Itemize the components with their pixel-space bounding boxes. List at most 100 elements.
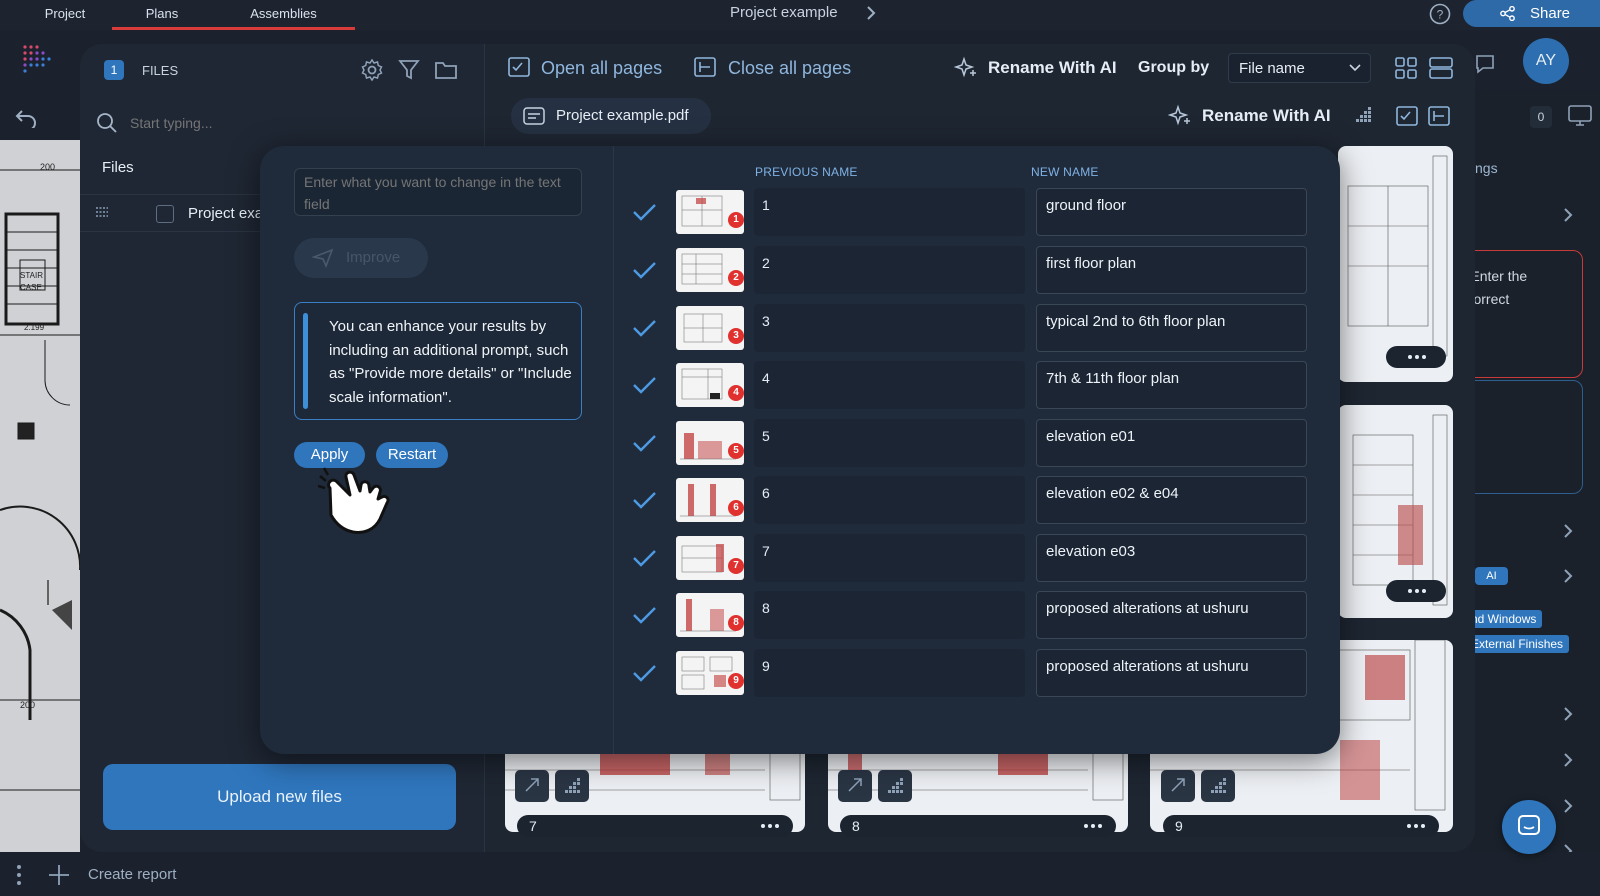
- previous-name-field: 4: [754, 361, 1025, 409]
- files-header-label: FILES: [142, 63, 179, 78]
- new-name-field[interactable]: proposed alterations at ushuru: [1036, 591, 1307, 639]
- new-name-field[interactable]: first floor plan: [1036, 246, 1307, 294]
- help-icon[interactable]: ?: [1429, 3, 1451, 25]
- user-avatar[interactable]: AY: [1523, 38, 1569, 84]
- monitor-icon[interactable]: [1568, 105, 1592, 127]
- rename-with-ai-secondary-button[interactable]: Rename With AI: [1202, 106, 1331, 126]
- tag-external-finishes[interactable]: External Finishes: [1465, 635, 1570, 653]
- ai-prompt-input[interactable]: [294, 168, 582, 216]
- group-by-label: Group by: [1138, 59, 1210, 76]
- svg-text:2.199: 2.199: [24, 323, 45, 332]
- drag-handle-icon[interactable]: [96, 207, 108, 217]
- apply-button[interactable]: Apply: [294, 442, 365, 468]
- rename-row: 1 1 ground floor: [630, 188, 1310, 238]
- chevron-right-icon[interactable]: [1563, 207, 1573, 223]
- more-options-icon[interactable]: [1386, 346, 1446, 368]
- check-icon[interactable]: [630, 601, 658, 629]
- new-name-field[interactable]: ground floor: [1036, 188, 1307, 236]
- hint-accent-bar: [303, 313, 308, 409]
- sparkle-icon: [1168, 104, 1192, 128]
- check-icon[interactable]: [630, 371, 658, 399]
- app-logo: [22, 44, 56, 76]
- more-options-icon[interactable]: [1078, 817, 1108, 835]
- tag-windows[interactable]: nd Windows: [1465, 610, 1543, 628]
- rename-row: 7 7 elevation e03: [630, 534, 1310, 584]
- more-options-icon[interactable]: [1401, 817, 1431, 835]
- drawing-canvas[interactable]: 200 STAIR CASE 2.199 200: [0, 140, 80, 852]
- check-icon[interactable]: [630, 256, 658, 284]
- expand-icon[interactable]: [1161, 770, 1195, 802]
- chevron-right-icon[interactable]: [1563, 523, 1573, 539]
- share-button[interactable]: Share: [1463, 0, 1600, 27]
- check-icon[interactable]: [630, 314, 658, 342]
- file-list-item[interactable]: Project exa: [80, 194, 263, 232]
- page-badge: 6: [728, 500, 744, 516]
- files-count-badge: 1: [104, 60, 124, 80]
- support-chat-button[interactable]: [1502, 800, 1556, 854]
- more-options-icon[interactable]: [1386, 580, 1446, 602]
- new-name-field[interactable]: elevation e01: [1036, 419, 1307, 467]
- improve-button[interactable]: Improve: [294, 238, 428, 278]
- page-badge: 5: [728, 443, 744, 459]
- bottom-bar: Create report: [0, 852, 1600, 896]
- page-badge: 1: [728, 212, 744, 228]
- check-icon[interactable]: [630, 659, 658, 687]
- new-name-field[interactable]: 7th & 11th floor plan: [1036, 361, 1307, 409]
- gear-icon[interactable]: [360, 58, 384, 82]
- chat-icon[interactable]: [1474, 53, 1496, 75]
- tab-plans-label: Plans: [145, 6, 179, 21]
- ai-badge[interactable]: AI: [1475, 567, 1508, 585]
- project-title[interactable]: Project example: [730, 4, 838, 21]
- check-icon[interactable]: [630, 198, 658, 226]
- chevron-down-icon: [1349, 64, 1361, 72]
- new-name-field[interactable]: elevation e02 & e04: [1036, 476, 1307, 524]
- pattern-icon[interactable]: [1352, 105, 1374, 127]
- restart-button[interactable]: Restart: [376, 442, 448, 468]
- file-checkbox[interactable]: [156, 205, 174, 223]
- pattern-icon[interactable]: [555, 770, 589, 802]
- chevron-right-icon[interactable]: [1563, 568, 1573, 584]
- rename-rows: 1 1 ground floor 2 2 first floor plan 3 …: [630, 188, 1310, 718]
- new-name-field[interactable]: elevation e03: [1036, 534, 1307, 582]
- collapse-pages-icon[interactable]: [1428, 106, 1450, 126]
- previous-name-field: 7: [754, 534, 1025, 582]
- expand-icon[interactable]: [515, 770, 549, 802]
- svg-text:CASE: CASE: [20, 283, 42, 292]
- top-bar: Project Plans Assemblies Project example…: [0, 0, 1600, 30]
- share-icon: [1500, 6, 1515, 21]
- tab-assemblies[interactable]: Assemblies: [212, 0, 355, 30]
- chevron-right-icon[interactable]: [1563, 798, 1573, 814]
- filter-icon[interactable]: [398, 58, 420, 82]
- plus-icon[interactable]: [48, 864, 70, 886]
- chevron-right-icon[interactable]: [866, 5, 876, 21]
- close-all-pages-button[interactable]: Close all pages: [728, 58, 851, 79]
- chevron-right-icon[interactable]: [1563, 706, 1573, 722]
- file-tab[interactable]: Project example.pdf: [511, 98, 711, 134]
- upload-files-button[interactable]: Upload new files: [103, 764, 456, 830]
- expand-icon[interactable]: [838, 770, 872, 802]
- prompt-hint: You can enhance your results by includin…: [294, 302, 582, 420]
- undo-icon[interactable]: [14, 108, 38, 128]
- check-icon[interactable]: [630, 429, 658, 457]
- group-by-select[interactable]: File name: [1228, 53, 1371, 83]
- pattern-icon[interactable]: [878, 770, 912, 802]
- more-vertical-icon[interactable]: [16, 864, 22, 886]
- chevron-right-icon[interactable]: [1563, 752, 1573, 768]
- file-search-input[interactable]: [130, 110, 260, 136]
- check-icon[interactable]: [630, 544, 658, 572]
- folder-icon[interactable]: [434, 59, 458, 81]
- create-report-link[interactable]: Create report: [88, 866, 176, 883]
- check-icon[interactable]: [630, 486, 658, 514]
- tab-plans[interactable]: Plans: [112, 0, 212, 30]
- check-pages-icon[interactable]: [1396, 106, 1418, 126]
- rename-with-ai-button[interactable]: Rename With AI: [988, 58, 1117, 78]
- grid-view-icon[interactable]: [1395, 57, 1417, 79]
- new-name-field[interactable]: proposed alterations at ushuru: [1036, 649, 1307, 697]
- pattern-icon[interactable]: [1201, 770, 1235, 802]
- page-badge: 4: [728, 385, 744, 401]
- more-options-icon[interactable]: [755, 817, 785, 835]
- open-all-pages-button[interactable]: Open all pages: [541, 58, 662, 79]
- tab-project[interactable]: Project: [30, 0, 100, 30]
- list-view-icon[interactable]: [1429, 57, 1453, 79]
- new-name-field[interactable]: typical 2nd to 6th floor plan: [1036, 304, 1307, 352]
